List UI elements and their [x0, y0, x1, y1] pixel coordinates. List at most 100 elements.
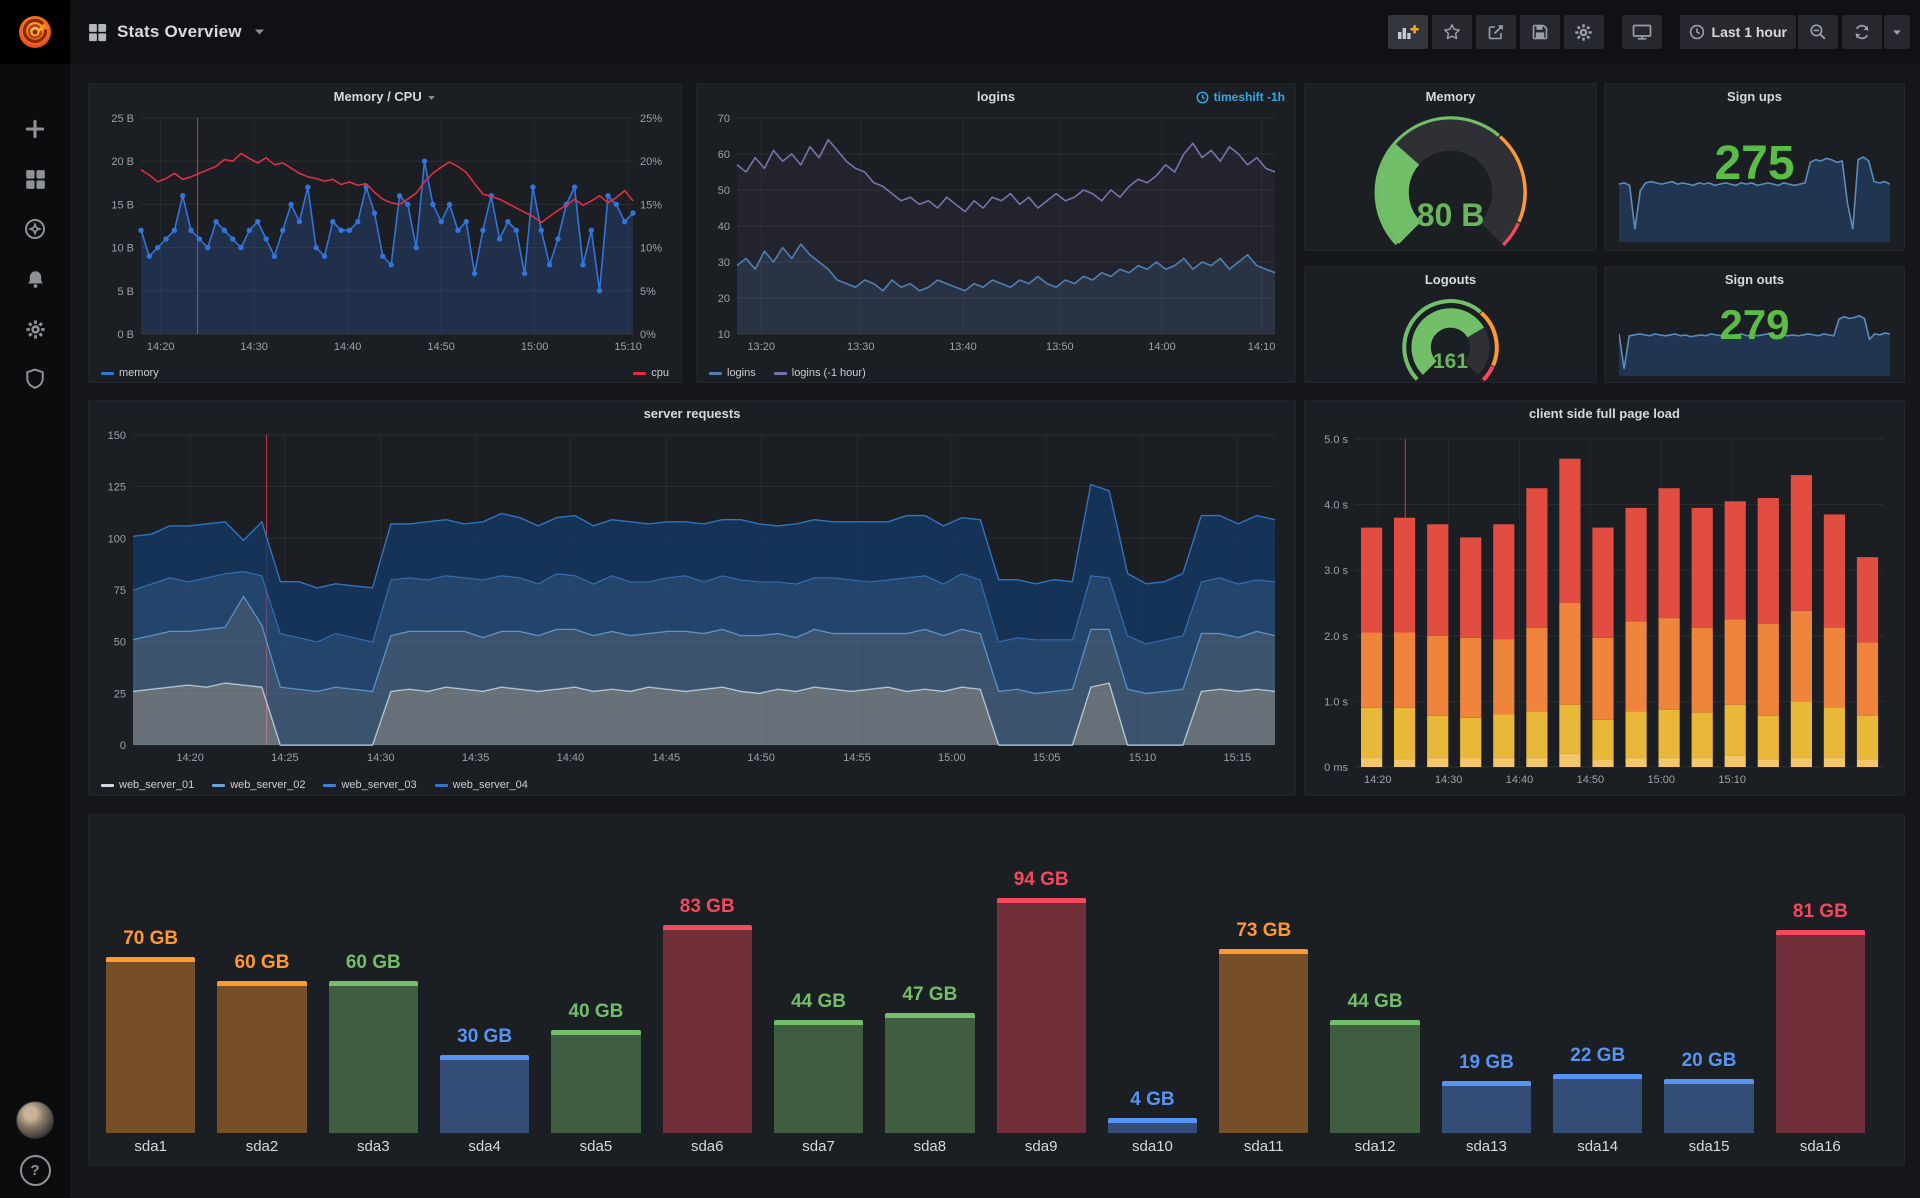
bar-value-label: 60 GB — [345, 952, 401, 973]
panel-title[interactable]: Memory — [1305, 84, 1596, 110]
save-button[interactable] — [1519, 15, 1560, 49]
dashboard-toolbar: Last 1 hour — [1387, 15, 1910, 49]
time-range-label: Last 1 hour — [1711, 24, 1787, 40]
svg-text:0 B: 0 B — [117, 329, 134, 341]
legend-item-web-server-02[interactable]: web_server_02 — [212, 779, 305, 791]
refresh-button[interactable] — [1842, 15, 1882, 49]
bar-value-label: 22 GB — [1570, 1045, 1626, 1067]
stat-value: 279 — [1719, 301, 1790, 348]
panel-title[interactable]: client side full page load — [1305, 401, 1904, 427]
disk-bar[interactable] — [996, 897, 1086, 1133]
timeshift-badge: timeshift -1h — [1196, 90, 1285, 104]
svg-text:14:20: 14:20 — [176, 752, 204, 764]
disk-bar[interactable] — [1107, 1118, 1198, 1133]
panel-menu-caret-icon[interactable] — [427, 84, 436, 110]
panel-sign-ups: Sign ups 275 — [1604, 83, 1905, 251]
disk-bar[interactable] — [1775, 929, 1865, 1133]
disk-bar[interactable] — [662, 924, 752, 1133]
disk-bar[interactable] — [773, 1020, 864, 1133]
gauge-value: 161 — [1432, 350, 1469, 373]
legend-item-memory[interactable]: memory — [101, 367, 159, 379]
bar-value-label: 19 GB — [1458, 1052, 1514, 1074]
disk-name-label: sda16 — [1799, 1138, 1841, 1155]
dashboard-settings-button[interactable] — [1563, 15, 1604, 49]
svg-text:14:20: 14:20 — [1364, 774, 1392, 786]
panel-title[interactable]: Sign ups — [1605, 84, 1904, 110]
user-avatar[interactable] — [16, 1101, 54, 1139]
disk-bar[interactable] — [106, 956, 196, 1133]
clock-icon — [1689, 24, 1704, 40]
svg-text:10 B: 10 B — [111, 243, 134, 255]
grafana-logo-icon — [19, 16, 51, 48]
svg-text:15:10: 15:10 — [1718, 774, 1746, 786]
sidebar-item-server-admin[interactable] — [0, 354, 70, 404]
dashboard-title[interactable]: Stats Overview — [117, 22, 242, 42]
panel-title[interactable]: server requests — [89, 401, 1295, 427]
svg-text:15:10: 15:10 — [614, 341, 642, 353]
svg-text:20%: 20% — [640, 156, 662, 168]
cycle-view-button[interactable] — [1621, 15, 1662, 49]
disk-bar[interactable] — [217, 981, 307, 1133]
add-panel-button[interactable] — [1387, 15, 1428, 49]
svg-text:30: 30 — [718, 257, 730, 269]
disk-name-label: sda13 — [1465, 1138, 1507, 1155]
shield-icon — [26, 368, 44, 389]
disk-bar[interactable] — [1664, 1079, 1754, 1133]
share-button[interactable] — [1475, 15, 1516, 49]
sidebar-item-alerting[interactable] — [0, 254, 70, 304]
star-button[interactable] — [1431, 15, 1472, 49]
disk-bar[interactable] — [439, 1054, 530, 1133]
disk-bar[interactable] — [1219, 949, 1309, 1133]
dashboard-dropdown-caret-icon[interactable] — [254, 23, 265, 41]
gauge-value: 80 B — [1416, 197, 1485, 233]
panel-title[interactable]: Memory / CPU — [89, 84, 681, 110]
help-button[interactable]: ? — [19, 1155, 51, 1186]
memory-cpu-chart[interactable]: 0 B 0% 5 B 5% 10 B 10% 15 B 15% 20 B 20% 25 B 25% 14… — [93, 110, 677, 356]
legend-item-logins[interactable]: logins — [709, 367, 756, 379]
bar-value-label: 70 GB — [123, 927, 179, 949]
star-icon — [1443, 24, 1460, 40]
svg-text:13:20: 13:20 — [747, 341, 775, 353]
disk-bar[interactable] — [551, 1030, 641, 1133]
client-page-load-chart[interactable]: 0 ms 1.0 s 2.0 s 3.0 s 4.0 s 5.0 s 14:20 14:30 1… — [1309, 431, 1896, 789]
legend-item-web-server-03[interactable]: web_server_03 — [323, 779, 417, 791]
sidebar-item-configuration[interactable] — [0, 304, 70, 354]
disk-name-label: sda6 — [690, 1138, 724, 1155]
svg-text:15 B: 15 B — [111, 199, 134, 211]
svg-text:14:10: 14:10 — [1248, 341, 1276, 353]
disk-bar[interactable] — [1553, 1074, 1643, 1133]
svg-text:70: 70 — [718, 113, 730, 125]
sidebar-item-create[interactable] — [0, 104, 70, 154]
panel-disk-usage: 70 GB sda1 60 GB sda2 60 GB sda3 30 GB sda4 40 G… — [88, 814, 1905, 1166]
svg-text:50: 50 — [718, 185, 730, 197]
time-range-picker[interactable]: Last 1 hour — [1679, 15, 1796, 49]
disk-bar[interactable] — [1330, 1020, 1420, 1133]
disk-name-label: sda15 — [1688, 1138, 1730, 1155]
disk-usage-bargauge[interactable]: 70 GB sda1 60 GB sda2 60 GB sda3 30 GB sda4 40 G… — [89, 815, 1904, 1165]
zoom-out-icon — [1810, 24, 1826, 40]
disk-bar[interactable] — [328, 981, 418, 1133]
panel-title[interactable]: Sign outs — [1605, 267, 1904, 293]
refresh-interval-dropdown[interactable] — [1884, 15, 1910, 49]
grafana-logo[interactable] — [0, 0, 70, 64]
logins-chart[interactable]: 10 20 30 40 50 60 70 13:20 13:30 13:40 13:50 14:00 1… — [701, 110, 1285, 356]
svg-text:25: 25 — [114, 688, 126, 700]
svg-text:15:00: 15:00 — [1648, 774, 1676, 786]
svg-text:125: 125 — [108, 482, 126, 494]
sidebar-item-dashboards[interactable] — [0, 154, 70, 204]
zoom-out-button[interactable] — [1798, 15, 1838, 49]
dashboard-grid-icon — [88, 23, 107, 42]
server-requests-chart[interactable]: 0 25 50 75 100 125 150 14:20 14:25 14:30 14:35 14:4… — [93, 427, 1287, 767]
legend-item-web-server-04[interactable]: web_server_04 — [434, 779, 528, 791]
svg-text:10: 10 — [718, 329, 730, 341]
svg-text:13:50: 13:50 — [1046, 341, 1074, 353]
svg-text:15:00: 15:00 — [521, 341, 549, 353]
sidebar-item-explore[interactable] — [0, 204, 70, 254]
disk-name-label: sda9 — [1024, 1138, 1058, 1155]
disk-bar[interactable] — [1441, 1081, 1532, 1133]
legend-item-logins-1h[interactable]: logins (-1 hour) — [773, 367, 866, 379]
panel-title[interactable]: Logouts — [1305, 267, 1596, 293]
disk-bar[interactable] — [885, 1012, 975, 1133]
legend-item-web-server-01[interactable]: web_server_01 — [101, 779, 194, 791]
legend-item-cpu[interactable]: cpu — [633, 367, 669, 379]
